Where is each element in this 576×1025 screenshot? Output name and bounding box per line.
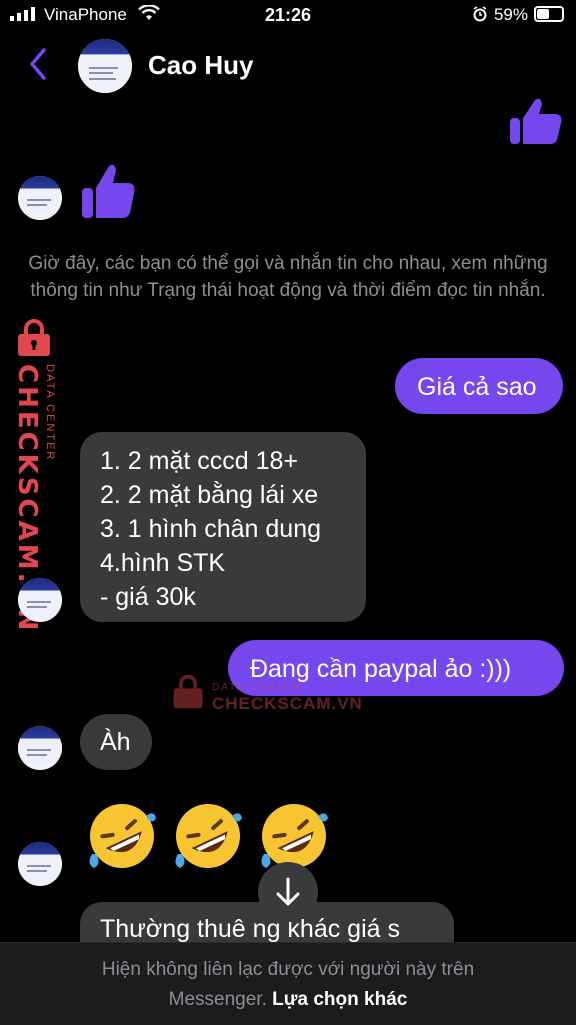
connection-notice: Giờ đây, các bạn có thể gọi và nhắn tin … [28, 253, 548, 301]
lock-icon [18, 319, 50, 356]
rofl-emoji-icon [175, 804, 242, 868]
unavailable-footer: Hiện không liên lạc được với người này t… [0, 942, 576, 1025]
incoming-message[interactable]: Àh [80, 714, 152, 770]
message-text: Giá cả sao [417, 373, 537, 401]
watermark-logo: CHECKSCAM.VN DATA CENTER [6, 318, 64, 633]
message-text: Àh [100, 728, 131, 756]
thumbs-up-icon [510, 98, 562, 144]
sender-avatar[interactable] [18, 578, 62, 622]
outgoing-message[interactable]: Giá cả sao [395, 358, 563, 414]
status-bar: VinaPhone 21:26 59% [0, 0, 576, 32]
arrow-down-icon [276, 877, 300, 906]
list-item: 4.hình STK [100, 549, 226, 577]
watermark-center: DATA CENTER CHECKSCAM.VN [170, 672, 370, 713]
list-item: 1. 2 mặt cccd 18+ [100, 447, 299, 475]
contact-name[interactable]: Cao Huy [148, 50, 253, 81]
alarm-icon [473, 6, 487, 22]
watermark-sub: DATA CENTER [212, 682, 303, 693]
sender-avatar[interactable] [18, 842, 62, 886]
contact-avatar[interactable] [78, 39, 132, 93]
other-options-link[interactable]: Lựa chọn khác [272, 989, 407, 1010]
battery-icon [534, 6, 564, 22]
list-item: 2. 2 mặt bằng lái xe [100, 481, 319, 509]
back-chevron-icon[interactable] [26, 46, 50, 82]
list-item: - giá 30k [100, 583, 196, 611]
incoming-message[interactable]: 1. 2 mặt cccd 18+ 2. 2 mặt bằng lái xe 3… [80, 432, 366, 622]
sender-avatar[interactable] [18, 726, 62, 770]
list-item: 3. 1 hình chân dung [100, 515, 322, 543]
footer-line-2: Messenger. Lựa chọn khác [0, 989, 576, 1011]
message-text: Thường thuê ng khác giá s [100, 915, 400, 943]
watermark-sub: DATA CENTER [44, 364, 56, 462]
battery-fill [537, 9, 549, 19]
unavailable-text: Hiện không liên lạc được với người này t… [101, 959, 475, 980]
battery-percent: 59% [493, 5, 528, 24]
conversation-header: Cao Huy [0, 32, 576, 98]
watermark-brand: CHECKSCAM.VN [212, 694, 363, 713]
scroll-down-button[interactable] [258, 862, 318, 922]
status-right: 59% [472, 5, 564, 25]
lock-icon [173, 674, 203, 709]
sender-avatar[interactable] [18, 176, 62, 220]
messenger-label: Messenger. [168, 989, 267, 1010]
rofl-emoji-icon [89, 804, 156, 868]
thumbs-up-icon [82, 164, 135, 218]
